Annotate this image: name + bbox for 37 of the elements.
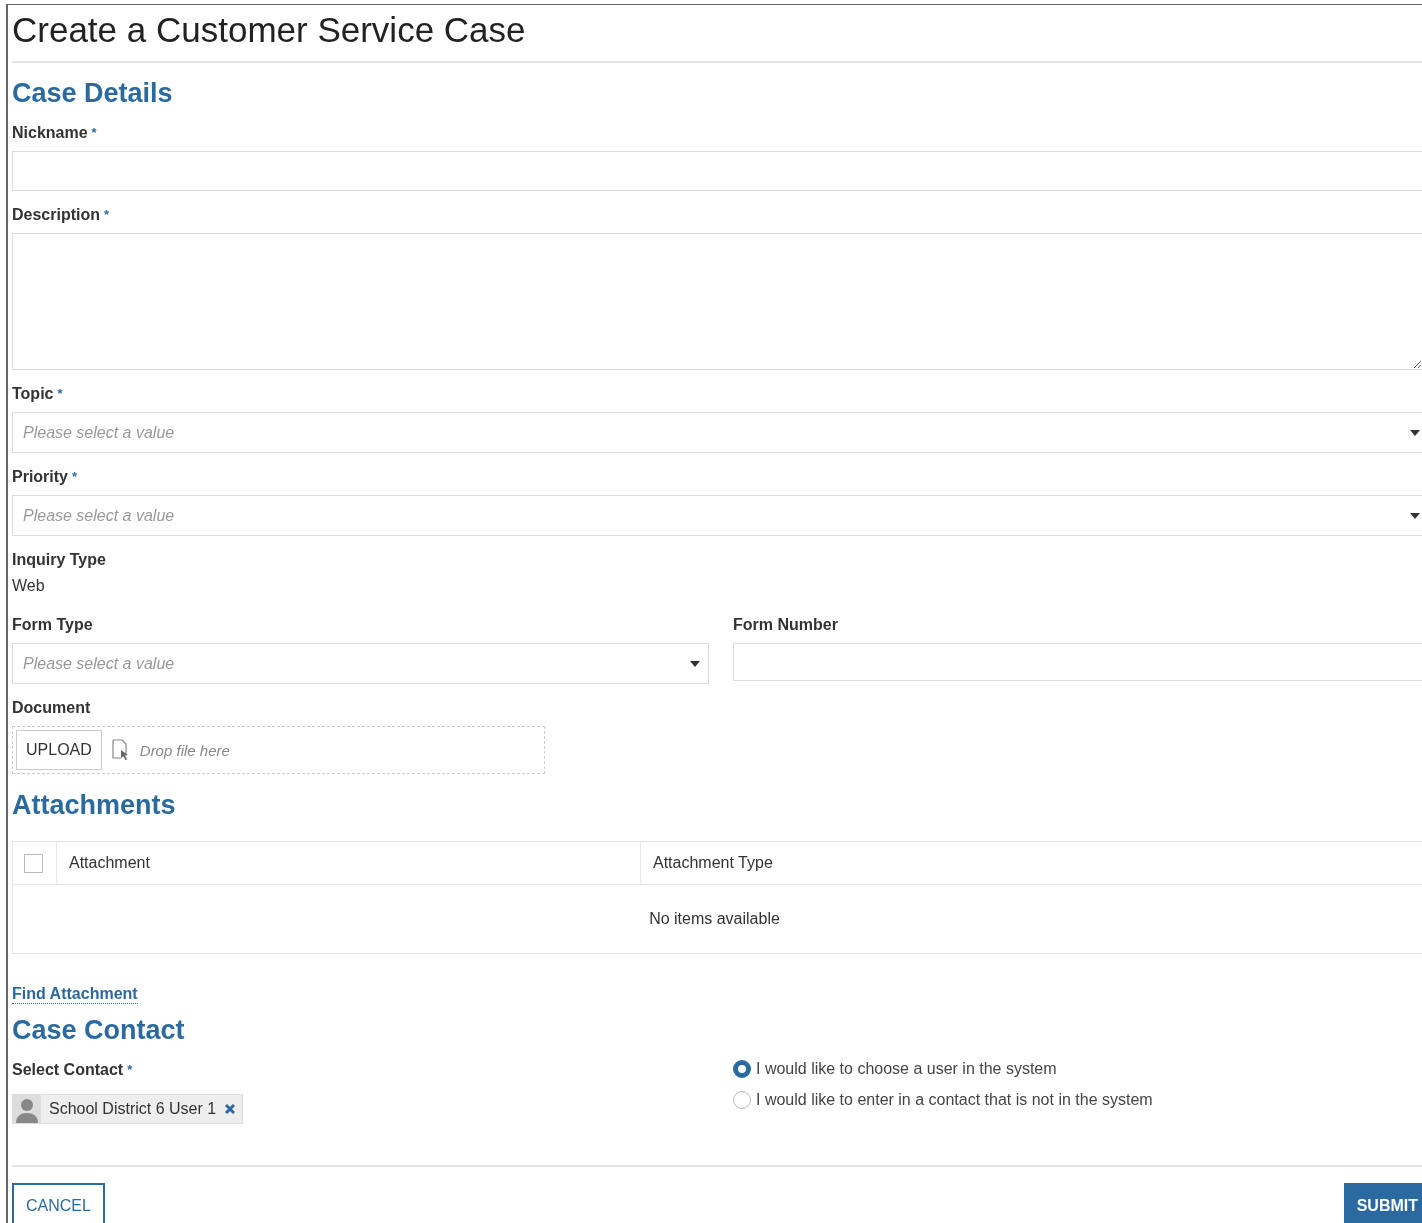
radio-option[interactable]: I would like to choose a user in the system bbox=[733, 1060, 1422, 1078]
cancel-button[interactable]: CANCEL bbox=[12, 1183, 105, 1223]
field-label: Description * bbox=[12, 205, 111, 225]
field-label: Form Number bbox=[733, 615, 839, 635]
radio-button[interactable] bbox=[733, 1091, 751, 1109]
select-all-checkbox[interactable] bbox=[24, 853, 43, 873]
remove-icon[interactable] bbox=[224, 1103, 237, 1115]
field-value: Web bbox=[12, 577, 46, 595]
field-label: Form Type bbox=[12, 615, 94, 635]
section-heading: Case Details bbox=[12, 77, 174, 109]
section-heading: Case Contact bbox=[12, 1014, 186, 1046]
upload-button[interactable]: UPLOAD bbox=[16, 730, 102, 770]
page-title: Create a Customer Service Case bbox=[12, 5, 1422, 63]
text-field[interactable] bbox=[733, 643, 1422, 681]
column-header[interactable]: Attachment bbox=[56, 842, 640, 884]
caret-icon bbox=[1410, 512, 1420, 519]
contact-name: School District 6 User 1 bbox=[49, 1100, 217, 1118]
field-label: Select Contact * bbox=[12, 1060, 134, 1080]
field-label: Priority * bbox=[12, 467, 79, 487]
find-attachment-link[interactable]: Find Attachment bbox=[12, 984, 138, 1004]
empty-message: No items available bbox=[649, 910, 780, 928]
section-heading: Attachments bbox=[12, 789, 177, 821]
field-label: Topic * bbox=[12, 384, 64, 404]
field-label: Document bbox=[12, 698, 92, 718]
field-label: Nickname * bbox=[12, 123, 98, 143]
file-cursor-icon bbox=[111, 739, 130, 761]
caret-icon bbox=[1410, 429, 1420, 436]
text-field[interactable] bbox=[12, 151, 1422, 191]
caret-icon bbox=[690, 660, 700, 667]
field-label: Inquiry Type bbox=[12, 550, 107, 570]
radio-option[interactable]: I would like to enter in a contact that is not in the system bbox=[733, 1091, 1422, 1109]
drop-hint: Drop file here bbox=[139, 741, 230, 759]
text-area[interactable] bbox=[12, 233, 1422, 370]
file-drop-zone[interactable]: UPLOAD Drop file here bbox=[12, 726, 545, 774]
column-header[interactable]: Attachment Type bbox=[640, 842, 1422, 884]
radio-button[interactable] bbox=[733, 1060, 751, 1078]
submit-button[interactable]: SUBMIT bbox=[1343, 1183, 1422, 1223]
